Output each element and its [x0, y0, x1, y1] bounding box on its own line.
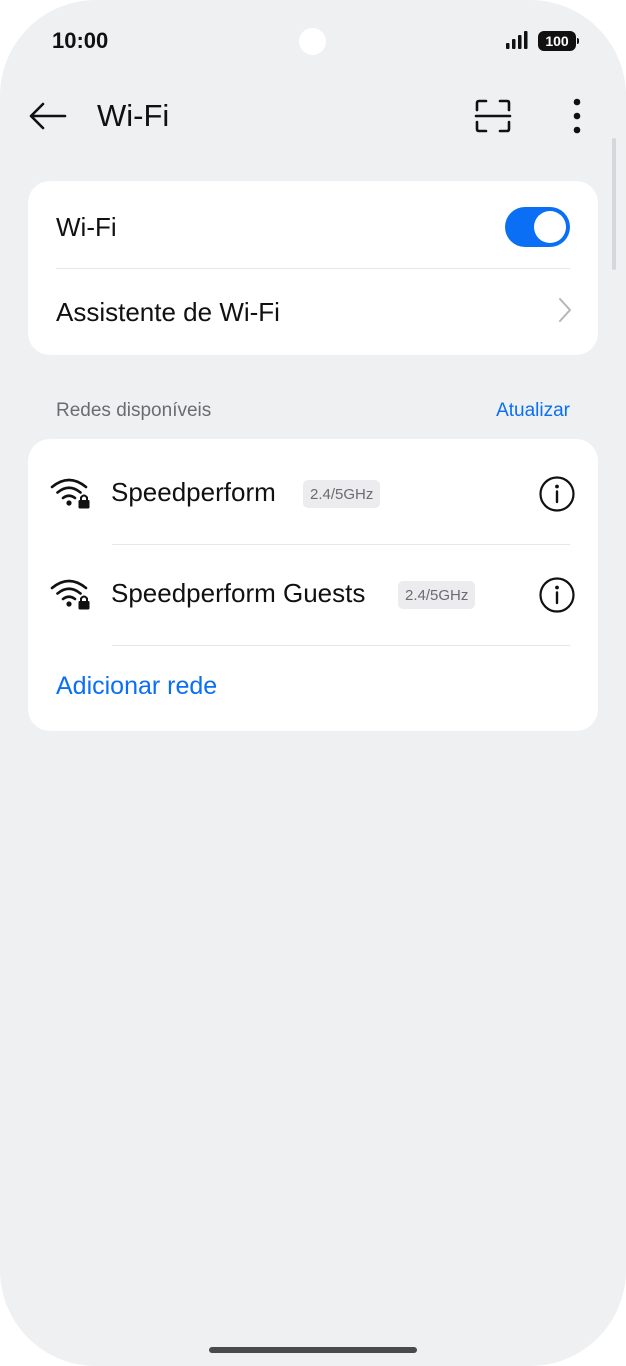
network-name: Speedperform Guests: [111, 578, 366, 608]
info-icon[interactable]: [538, 475, 576, 513]
network-item[interactable]: Speedperform Guests 2.4/5GHz: [28, 545, 598, 645]
wifi-lock-icon: [50, 478, 90, 509]
battery-icon: 100: [538, 31, 579, 51]
scrollbar[interactable]: [612, 138, 616, 270]
wifi-toggle-row[interactable]: Wi-Fi: [28, 181, 598, 273]
page-title: Wi-Fi: [97, 98, 170, 133]
refresh-button[interactable]: Atualizar: [496, 400, 570, 422]
more-vert-icon: [573, 98, 581, 134]
phone-screen: 10:00 100 Wi-Fi Wi-Fi Assistente de Wi-F…: [0, 0, 626, 1366]
wifi-lock-icon: [50, 579, 90, 610]
status-time: 10:00: [52, 28, 109, 53]
signal-icon: [506, 31, 528, 49]
wifi-label: Wi-Fi: [56, 211, 117, 242]
section-title: Redes disponíveis: [56, 400, 212, 421]
wifi-assistant-row[interactable]: Assistente de Wi-Fi: [28, 269, 598, 355]
network-name: Speedperform: [111, 477, 276, 507]
chevron-right-icon: [559, 298, 571, 322]
more-options-button[interactable]: [560, 94, 594, 138]
divider: [112, 645, 570, 646]
toggle-knob: [534, 211, 566, 243]
add-network-button[interactable]: Adicionar rede: [56, 672, 217, 701]
back-arrow-icon: [29, 102, 67, 130]
networks-card: Speedperform 2.4/5GHz Speedperform Guest…: [28, 439, 598, 731]
home-indicator[interactable]: [209, 1347, 417, 1353]
wifi-assistant-label: Assistente de Wi-Fi: [56, 296, 280, 327]
band-badge: 2.4/5GHz: [398, 581, 476, 609]
band-badge: 2.4/5GHz: [303, 480, 381, 508]
wifi-settings-card: Wi-Fi Assistente de Wi-Fi: [28, 181, 598, 355]
camera-cutout: [299, 28, 326, 55]
qr-scan-icon: [474, 99, 512, 133]
wifi-toggle[interactable]: [505, 207, 570, 247]
back-button[interactable]: [26, 96, 70, 136]
info-icon[interactable]: [538, 576, 576, 614]
network-item[interactable]: Speedperform 2.4/5GHz: [28, 439, 598, 544]
qr-scan-button[interactable]: [472, 96, 514, 136]
battery-level: 100: [545, 33, 569, 49]
